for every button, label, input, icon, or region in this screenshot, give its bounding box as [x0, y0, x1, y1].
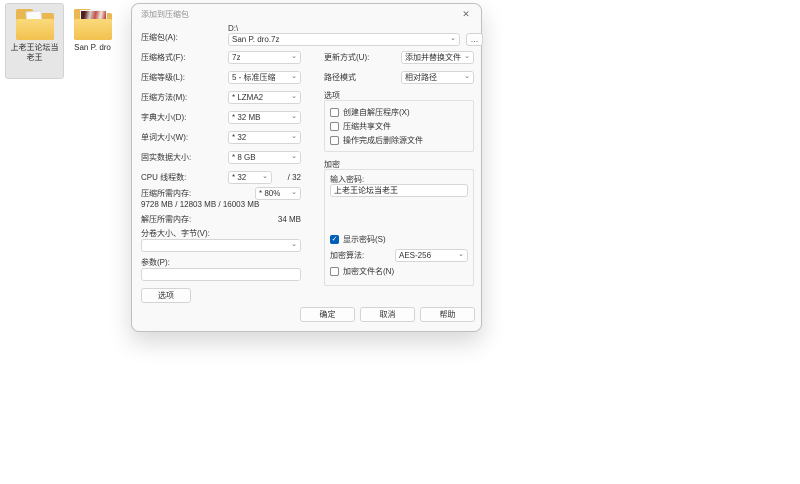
chevron-down-icon: ⌄: [291, 189, 297, 196]
update-mode-combobox[interactable]: 添加并替换文件 ⌄: [401, 51, 474, 64]
delete-after-checkbox[interactable]: 操作完成后删除源文件: [330, 135, 423, 146]
shared-files-label: 压缩共享文件: [343, 121, 391, 132]
shared-files-checkbox[interactable]: 压缩共享文件: [330, 121, 391, 132]
chevron-down-icon: ⌄: [291, 93, 297, 100]
folder-icon: [72, 8, 114, 42]
update-mode-value: 添加并替换文件: [405, 52, 461, 63]
encryption-method-value: AES-256: [399, 251, 431, 260]
update-mode-label: 更新方式(U):: [324, 52, 401, 63]
chevron-down-icon: ⌄: [291, 153, 297, 160]
show-password-checkbox[interactable]: ✓ 显示密码(S): [330, 234, 386, 245]
desktop-icon-folder-1[interactable]: 上老王论坛当老王: [6, 4, 63, 78]
method-value: * LZMA2: [232, 93, 263, 102]
dictionary-combobox[interactable]: * 32 MB ⌄: [228, 111, 301, 124]
method-label: 压缩方法(M):: [141, 92, 228, 103]
cpu-threads-max: / 32: [288, 173, 301, 182]
encryption-method-label: 加密算法:: [330, 250, 395, 261]
delete-after-label: 操作完成后删除源文件: [343, 135, 423, 146]
help-button[interactable]: 帮助: [420, 307, 475, 322]
path-mode-label: 路径模式: [324, 72, 401, 83]
desktop-icon-folder-2[interactable]: San P. dro: [64, 4, 121, 78]
checkbox-icon: [330, 267, 339, 276]
encrypt-filenames-label: 加密文件名(N): [343, 266, 394, 277]
word-size-combobox[interactable]: * 32 ⌄: [228, 131, 301, 144]
solid-size-label: 固实数据大小:: [141, 152, 228, 163]
chevron-down-icon: ⌄: [450, 35, 456, 42]
memory-compress-detail: 9728 MB / 12803 MB / 16003 MB: [141, 200, 259, 209]
chevron-down-icon: ⌄: [458, 251, 464, 258]
ok-button[interactable]: 确定: [300, 307, 355, 322]
chevron-down-icon: ⌄: [291, 133, 297, 140]
chevron-down-icon: ⌄: [464, 73, 470, 80]
memory-usage-value: * 80%: [259, 189, 280, 198]
create-sfx-label: 创建自解压程序(X): [343, 107, 410, 118]
chevron-down-icon: ⌄: [291, 53, 297, 60]
solid-size-value: * 8 GB: [232, 153, 256, 162]
browse-button[interactable]: …: [466, 33, 483, 46]
level-combobox[interactable]: 5 - 标准压缩 ⌄: [228, 71, 301, 84]
chevron-down-icon: ⌄: [291, 113, 297, 120]
level-label: 压缩等级(L):: [141, 72, 228, 83]
path-mode-combobox[interactable]: 相对路径 ⌄: [401, 71, 474, 84]
word-size-label: 单词大小(W):: [141, 132, 228, 143]
chevron-down-icon: ⌄: [291, 241, 297, 248]
chevron-down-icon: ⌄: [464, 53, 470, 60]
volume-size-combobox[interactable]: ⌄: [141, 239, 301, 252]
cpu-threads-label: CPU 线程数:: [141, 172, 228, 183]
memory-decompress-value: 34 MB: [278, 215, 301, 224]
checkbox-icon: [330, 108, 339, 117]
archive-name-combobox[interactable]: San P. dro.7z ⌄: [228, 33, 460, 46]
dictionary-label: 字典大小(D):: [141, 112, 228, 123]
icon-label: San P. dro: [64, 43, 121, 53]
method-combobox[interactable]: * LZMA2 ⌄: [228, 91, 301, 104]
solid-size-combobox[interactable]: * 8 GB ⌄: [228, 151, 301, 164]
show-password-label: 显示密码(S): [343, 234, 386, 245]
format-value: 7z: [232, 53, 240, 62]
checkbox-icon: [330, 122, 339, 131]
dialog-title: 添加到压缩包: [141, 9, 189, 20]
parameters-label: 参数(P):: [141, 257, 170, 268]
icon-label: 上老王论坛当老王: [6, 43, 63, 63]
options-button[interactable]: 选项: [141, 288, 191, 303]
password-input[interactable]: [330, 184, 468, 197]
memory-compress-label: 压缩所需内存:: [141, 188, 255, 199]
format-combobox[interactable]: 7z ⌄: [228, 51, 301, 64]
word-size-value: * 32: [232, 133, 246, 142]
path-mode-value: 相对路径: [405, 72, 437, 83]
parameters-input[interactable]: [141, 268, 301, 281]
cancel-button[interactable]: 取消: [360, 307, 415, 322]
archive-name-value: San P. dro.7z: [232, 35, 279, 44]
dictionary-value: * 32 MB: [232, 113, 260, 122]
add-to-archive-dialog: 添加到压缩包 ✕ 压缩包(A): D:\ San P. dro.7z ⌄ … 压…: [131, 3, 482, 332]
level-value: 5 - 标准压缩: [232, 72, 276, 83]
folder-icon: [14, 8, 56, 42]
memory-usage-combobox[interactable]: * 80% ⌄: [255, 187, 301, 200]
archive-dir: D:\: [228, 24, 238, 33]
format-label: 压缩格式(F):: [141, 52, 228, 63]
checkbox-icon: [330, 136, 339, 145]
checkbox-checked-icon: ✓: [330, 235, 339, 244]
cpu-threads-value: * 32: [232, 173, 246, 182]
chevron-down-icon: ⌄: [291, 73, 297, 80]
volume-size-label: 分卷大小、字节(V):: [141, 228, 210, 239]
encryption-method-combobox[interactable]: AES-256 ⌄: [395, 249, 468, 262]
archive-label: 压缩包(A):: [141, 32, 178, 43]
cpu-threads-combobox[interactable]: * 32 ⌄: [228, 171, 272, 184]
memory-decompress-label: 解压所需内存:: [141, 214, 278, 225]
create-sfx-checkbox[interactable]: 创建自解压程序(X): [330, 107, 410, 118]
chevron-down-icon: ⌄: [262, 173, 268, 180]
close-icon[interactable]: ✕: [460, 8, 472, 20]
encrypt-filenames-checkbox[interactable]: 加密文件名(N): [330, 266, 394, 277]
